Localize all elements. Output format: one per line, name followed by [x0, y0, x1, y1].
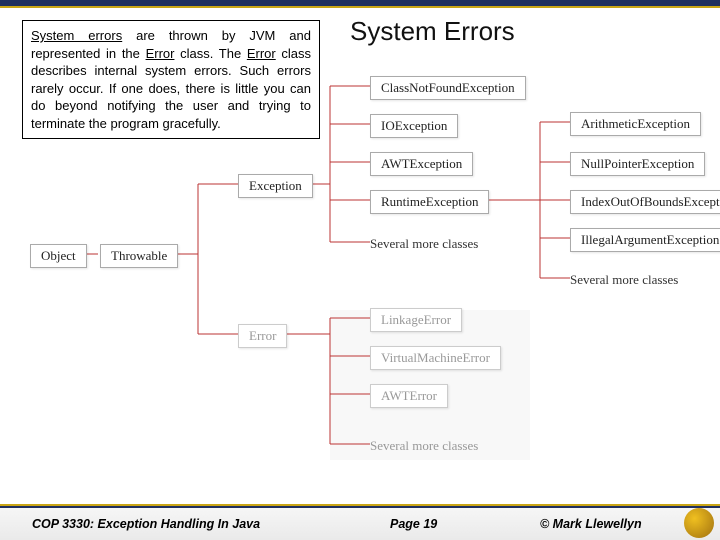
- node-ioexception: IOException: [370, 114, 458, 138]
- node-awterror: AWTError: [370, 384, 448, 408]
- node-linkage: LinkageError: [370, 308, 462, 332]
- node-throwable: Throwable: [100, 244, 178, 268]
- node-classnotfound: ClassNotFoundException: [370, 76, 526, 100]
- slide-title: System Errors: [350, 16, 515, 47]
- node-arithmetic: ArithmeticException: [570, 112, 701, 136]
- footer-page: Page 19: [390, 517, 437, 531]
- more-runtime: Several more classes: [570, 272, 678, 288]
- node-object: Object: [30, 244, 87, 268]
- node-nullpointer: NullPointerException: [570, 152, 705, 176]
- footer-copyright: © Mark Llewellyn: [540, 517, 642, 531]
- node-runtimeexception: RuntimeException: [370, 190, 489, 214]
- top-gold-line: [0, 6, 720, 8]
- class-hierarchy-diagram: Object Throwable Exception Error ClassNo…: [0, 56, 720, 476]
- ucf-logo-icon: [684, 508, 714, 538]
- node-awtexception: AWTException: [370, 152, 473, 176]
- node-vmerror: VirtualMachineError: [370, 346, 501, 370]
- underline-system-errors: System errors: [31, 28, 122, 43]
- more-error: Several more classes: [370, 438, 478, 454]
- node-error: Error: [238, 324, 287, 348]
- slide-footer: COP 3330: Exception Handling In Java Pag…: [0, 506, 720, 540]
- footer-course: COP 3330: Exception Handling In Java: [32, 517, 260, 531]
- node-illegalarg: IllegalArgumentException: [570, 228, 720, 252]
- node-exception: Exception: [238, 174, 313, 198]
- node-indexoob: IndexOutOfBoundsException: [570, 190, 720, 214]
- more-exception: Several more classes: [370, 236, 478, 252]
